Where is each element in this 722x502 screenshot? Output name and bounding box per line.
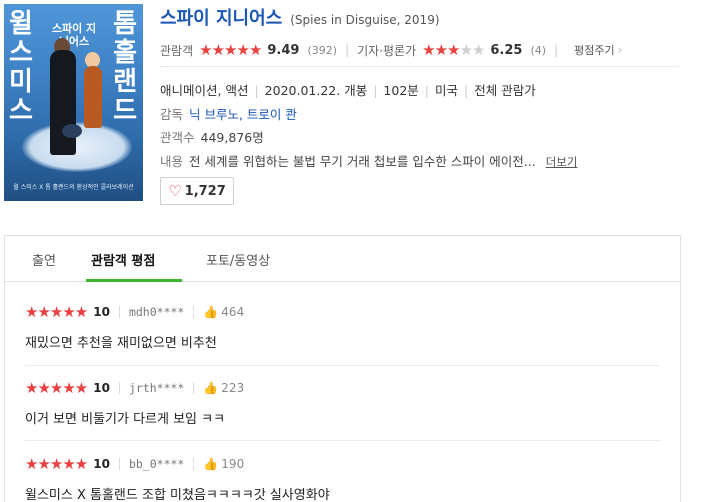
star-icon: ★ (422, 41, 435, 59)
divider (193, 382, 195, 394)
thumbs-up-icon[interactable]: 👍 (203, 305, 218, 319)
rate-movie-link[interactable]: 평점주기 (574, 42, 614, 58)
like-button[interactable]: ♡ 1,727 (160, 177, 234, 205)
summary-text: 전 세계를 위협하는 불법 무기 거래 첩보를 입수한 스파이 에이전... (189, 154, 536, 169)
divider (118, 382, 120, 394)
star-icon: ★ (224, 41, 237, 59)
divider: | (345, 43, 350, 57)
reviews-panel: 출연 관람객 평점 포토/동영상 ★★★★★ 10 mdh0**** 👍 464… (4, 235, 681, 502)
star-icon: ★ (236, 41, 249, 59)
summary-line: 내용 전 세계를 위협하는 불법 무기 거래 첩보를 입수한 스파이 에이전...… (160, 151, 577, 170)
review-stars: ★★★★★ (25, 303, 88, 321)
poster-title-left: 윌 스미스 (9, 9, 33, 126)
star-empty-icon: ★ (471, 41, 485, 59)
tab-bar: 출연 관람객 평점 포토/동영상 (5, 236, 680, 282)
divider (118, 306, 120, 318)
review-text: 재밌으면 추천을 재미없으면 비추천 (25, 336, 217, 351)
star-icon: ★ (211, 41, 225, 59)
like-count: 1,727 (184, 183, 226, 199)
poster-kid-figure (84, 66, 102, 128)
release-date[interactable]: 2020.01.22. 개봉 (265, 83, 368, 98)
star-icon: ★ (248, 41, 262, 59)
star-icon: ★ (434, 41, 448, 59)
audience-label: 관람객 (160, 43, 194, 58)
divider: | (424, 83, 429, 98)
review-user: bb_0**** (128, 457, 185, 471)
thumbs-up-icon[interactable]: 👍 (203, 457, 218, 471)
review-stars: ★★★★★ (25, 379, 88, 397)
audience-total-label: 관객수 (160, 130, 195, 145)
review-score: 10 (93, 457, 110, 471)
review-text: 이거 보면 비둘기가 다르게 보임 ㅋㅋ (25, 412, 226, 427)
review-likes: 223 (221, 381, 245, 395)
audience-score: 9.49 (267, 42, 300, 58)
divider: | (254, 83, 259, 98)
poster-pigeon (62, 124, 82, 138)
review-text: 윌스미스 X 톰홀랜드 조합 미쳤음ㅋㅋㅋㅋ갓 실사영화야 (25, 488, 330, 502)
runtime: 102분 (383, 83, 419, 98)
movie-original-title: (Spies in Disguise, 2019) (290, 13, 440, 27)
audience-total-line: 관객수 449,876명 (160, 127, 264, 146)
critic-count: (4) (530, 43, 547, 57)
tab-cast[interactable]: 출연 (32, 250, 56, 269)
movie-poster[interactable]: 윌 스미스 톰 홀랜드 스파이 지니어스 월 스미스 X 톰 홀랜드의 환상적인… (4, 4, 143, 201)
heart-icon: ♡ (168, 182, 182, 200)
divider (25, 440, 661, 441)
star-icon: ★ (199, 41, 212, 59)
active-tab-indicator (86, 279, 182, 282)
divider (25, 365, 661, 366)
audience-stars: ★★★★★ (199, 41, 262, 59)
critic-stars: ★★★★★ (422, 41, 485, 59)
divider: | (554, 43, 559, 57)
divider (160, 66, 678, 67)
review-header: ★★★★★ 10 mdh0**** 👍 464 (25, 303, 665, 321)
divider (193, 458, 195, 470)
critic-score: 6.25 (490, 42, 523, 58)
tab-photos-videos[interactable]: 포토/동영상 (206, 250, 270, 269)
review-item: ★★★★★ 10 bb_0**** 👍 190 윌스미스 X 톰홀랜드 조합 미… (25, 455, 665, 502)
age-rating: 전체 관람가 (474, 83, 536, 98)
more-link[interactable]: 더보기 (546, 155, 578, 169)
genre[interactable]: 애니메이션, 액션 (160, 83, 248, 98)
divider (118, 458, 120, 470)
critic-label: 기자·평론가 (357, 43, 417, 58)
divider: | (373, 83, 378, 98)
divider (193, 306, 195, 318)
movie-title-link[interactable]: 스파이 지니어스 (160, 4, 282, 30)
review-item: ★★★★★ 10 mdh0**** 👍 464 재밌으면 추천을 재미없으면 비… (25, 303, 665, 351)
country[interactable]: 미국 (435, 83, 458, 98)
title-row: 스파이 지니어스 (Spies in Disguise, 2019) (160, 4, 440, 30)
review-likes: 464 (221, 305, 245, 319)
review-user: mdh0**** (128, 305, 185, 319)
review-header: ★★★★★ 10 jrth**** 👍 223 (25, 379, 665, 397)
director-links[interactable]: 닉 브루노, 트로이 콴 (189, 107, 297, 122)
thumbs-up-icon[interactable]: 👍 (203, 381, 218, 395)
audience-count: (392) (307, 43, 338, 57)
review-score: 10 (93, 305, 110, 319)
chevron-right-icon: › (617, 43, 623, 57)
divider: | (464, 83, 469, 98)
director-label: 감독 (160, 107, 184, 122)
star-empty-icon: ★ (459, 41, 472, 59)
review-item: ★★★★★ 10 jrth**** 👍 223 이거 보면 비둘기가 다르게 보… (25, 379, 665, 427)
poster-agent-figure (50, 50, 76, 155)
rating-row: 관람객 ★★★★★ 9.49 (392) | 기자·평론가 ★★★★★ 6.25… (160, 41, 622, 59)
review-likes: 190 (221, 457, 245, 471)
poster-caption: 월 스미스 X 톰 홀랜드의 환상적인 콜라보레이션 (13, 184, 134, 191)
star-icon: ★ (447, 41, 460, 59)
summary-label: 내용 (160, 154, 184, 169)
movie-meta-line: 애니메이션, 액션 | 2020.01.22. 개봉 | 102분 | 미국 | 전체 관람가 (160, 80, 536, 99)
review-stars: ★★★★★ (25, 455, 88, 473)
tab-audience-reviews[interactable]: 관람객 평점 (91, 250, 155, 269)
review-user: jrth**** (128, 381, 185, 395)
review-score: 10 (93, 381, 110, 395)
audience-total: 449,876명 (200, 130, 264, 145)
director-line: 감독 닉 브루노, 트로이 콴 (160, 104, 297, 123)
review-header: ★★★★★ 10 bb_0**** 👍 190 (25, 455, 665, 473)
poster-title-right: 톰 홀랜드 (113, 9, 137, 126)
